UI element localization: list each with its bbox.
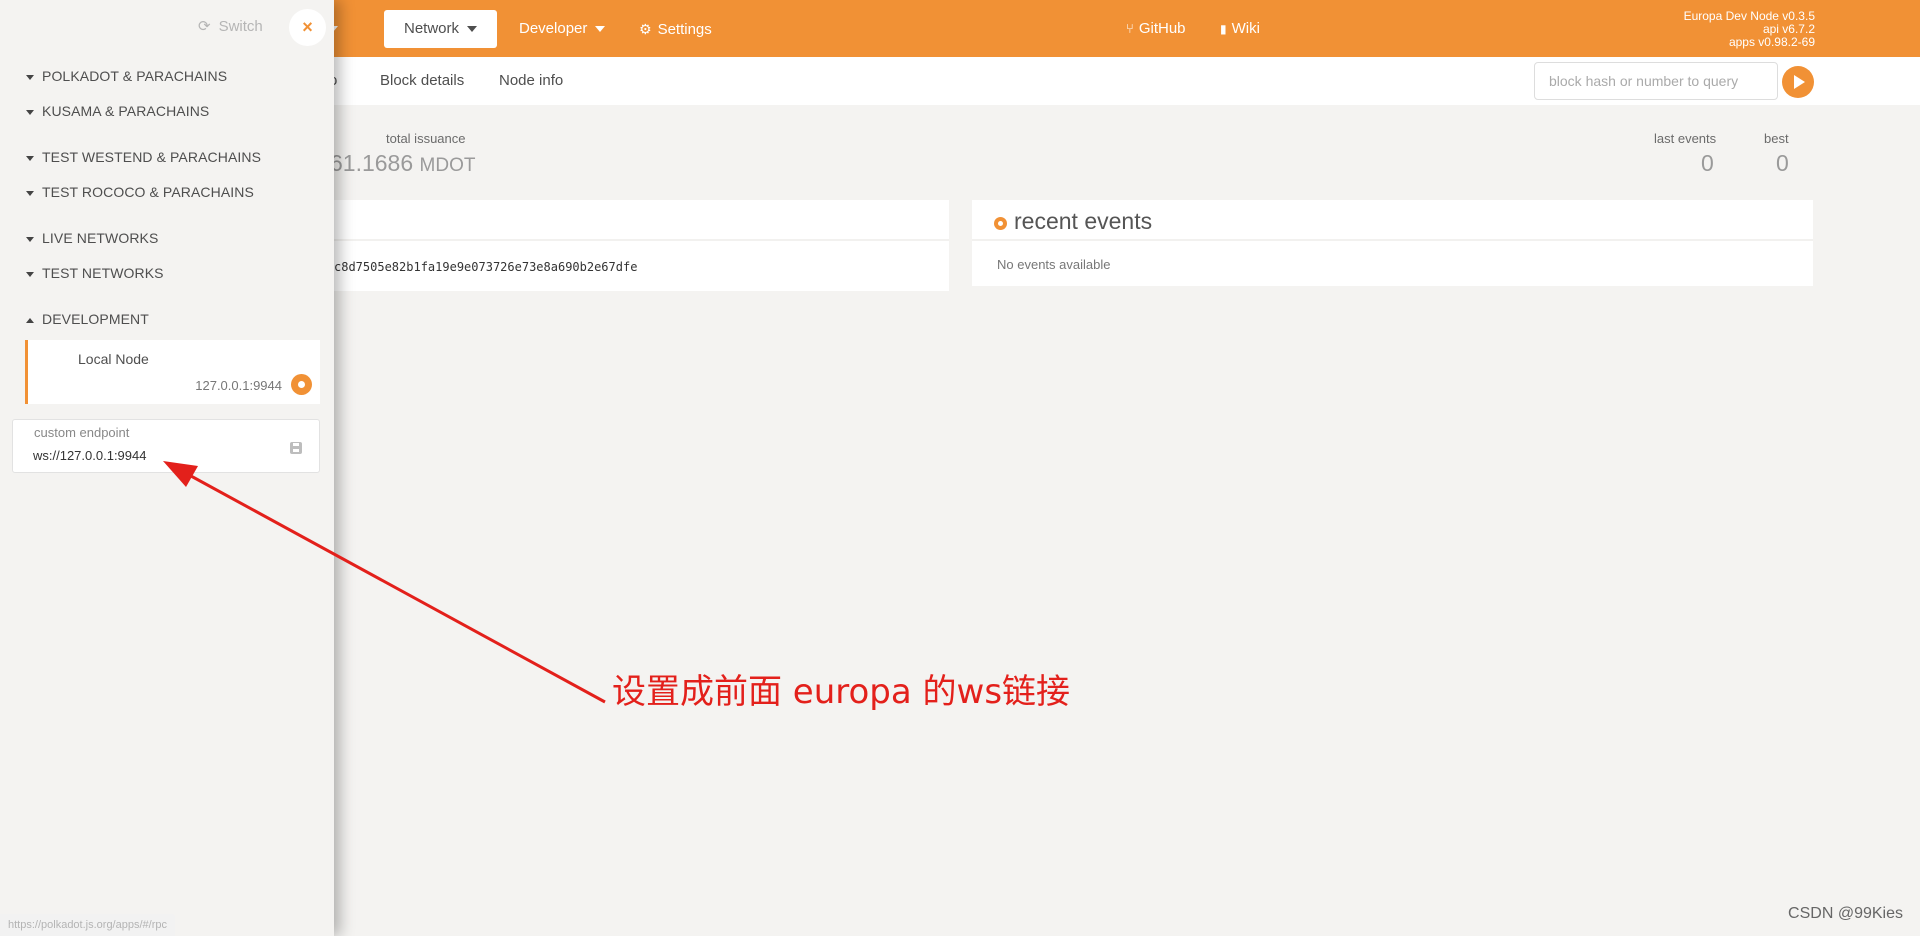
annotation-arrow-line [179,468,606,704]
annotation-arrow [163,461,606,704]
annotation-arrow-head [163,461,198,487]
annotation-text: 设置成前面 europa 的ws链接 [612,672,1071,712]
watermark: CSDN @99Kies [1788,905,1903,922]
